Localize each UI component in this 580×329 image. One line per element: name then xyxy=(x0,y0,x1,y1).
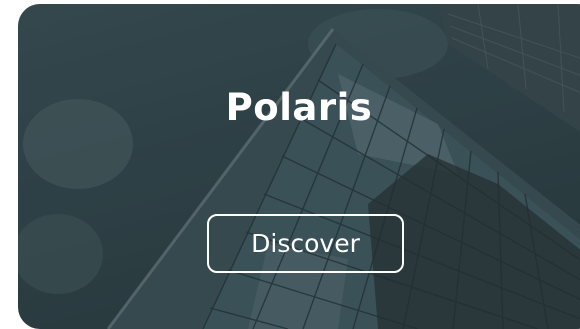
discover-button[interactable]: Discover xyxy=(207,214,404,273)
card-title: Polaris xyxy=(225,86,373,129)
dark-overlay xyxy=(18,4,580,329)
hero-card: Polaris Discover xyxy=(18,4,580,329)
